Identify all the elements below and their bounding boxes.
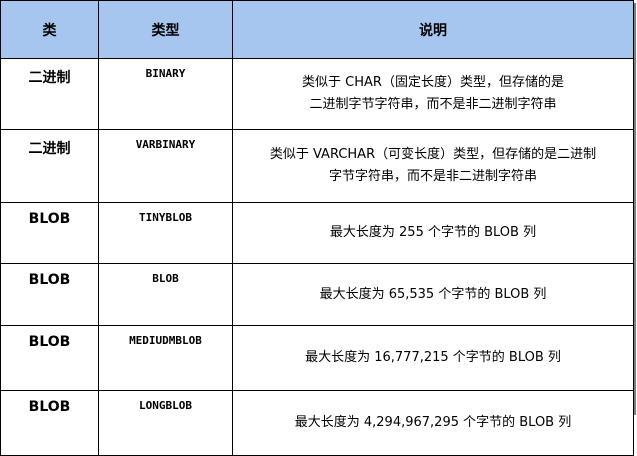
header-category: 类 xyxy=(0,0,99,59)
data-type-table-container: 类 类型 说明 二进制 BINARY 类似于 CHAR（固定长度）类型，但存储的… xyxy=(0,0,634,456)
table-row: BLOB BLOB 最大长度为 65,535 个字节的 BLOB 列 xyxy=(0,263,634,326)
binary-types-table: 类 类型 说明 二进制 BINARY 类似于 CHAR（固定长度）类型，但存储的… xyxy=(0,0,634,456)
type-name-cell: BINARY xyxy=(98,58,233,130)
category-cell: BLOB xyxy=(0,325,99,391)
table-row: 二进制 VARBINARY 类似于 VARCHAR（可变长度）类型，但存储的是二… xyxy=(0,129,634,203)
description-cell: 最大长度为 16,777,215 个字节的 BLOB 列 xyxy=(232,325,634,391)
description-cell: 最大长度为 255 个字节的 BLOB 列 xyxy=(232,202,634,264)
type-name-cell: VARBINARY xyxy=(98,129,233,203)
type-name-cell: MEDIUDMBLOB xyxy=(98,325,233,391)
category-cell: BLOB xyxy=(0,263,99,326)
table-header-row: 类 类型 说明 xyxy=(0,0,634,59)
description-cell: 最大长度为 65,535 个字节的 BLOB 列 xyxy=(232,263,634,326)
description-line: 最大长度为 255 个字节的 BLOB 列 xyxy=(329,225,537,240)
description-line: 类似于 VARCHAR（可变长度）类型，但存储的是二进制 xyxy=(269,147,597,162)
header-type: 类型 xyxy=(98,0,233,59)
description-cell: 类似于 VARCHAR（可变长度）类型，但存储的是二进制 字节字符串，而不是非二… xyxy=(232,129,634,203)
description-line: 类似于 CHAR（固定长度）类型，但存储的是 xyxy=(302,75,564,90)
type-name-cell: TINYBLOB xyxy=(98,202,233,264)
category-cell: 二进制 xyxy=(0,129,99,203)
table-row: 二进制 BINARY 类似于 CHAR（固定长度）类型，但存储的是 二进制字节字… xyxy=(0,58,634,130)
category-cell: BLOB xyxy=(0,202,99,264)
table-row: BLOB TINYBLOB 最大长度为 255 个字节的 BLOB 列 xyxy=(0,202,634,264)
type-name-cell: BLOB xyxy=(98,263,233,326)
description-cell: 类似于 CHAR（固定长度）类型，但存储的是 二进制字节字符串，而不是非二进制字… xyxy=(232,58,634,130)
description-line: 二进制字节字符串，而不是非二进制字符串 xyxy=(309,97,557,112)
type-name-cell: LONGBLOB xyxy=(98,390,233,456)
table-row: BLOB MEDIUDMBLOB 最大长度为 16,777,215 个字节的 B… xyxy=(0,325,634,391)
description-line: 最大长度为 16,777,215 个字节的 BLOB 列 xyxy=(305,350,561,365)
table-row: BLOB LONGBLOB 最大长度为 4,294,967,295 个字节的 B… xyxy=(0,390,634,456)
description-line: 最大长度为 65,535 个字节的 BLOB 列 xyxy=(319,286,547,302)
category-cell: BLOB xyxy=(0,390,99,456)
description-line: 最大长度为 4,294,967,295 个字节的 BLOB 列 xyxy=(294,415,572,430)
description-line: 字节字符串，而不是非二进制字符串 xyxy=(328,169,537,184)
description-cell: 最大长度为 4,294,967,295 个字节的 BLOB 列 xyxy=(232,390,634,456)
header-description: 说明 xyxy=(232,0,634,59)
category-cell: 二进制 xyxy=(0,58,99,130)
